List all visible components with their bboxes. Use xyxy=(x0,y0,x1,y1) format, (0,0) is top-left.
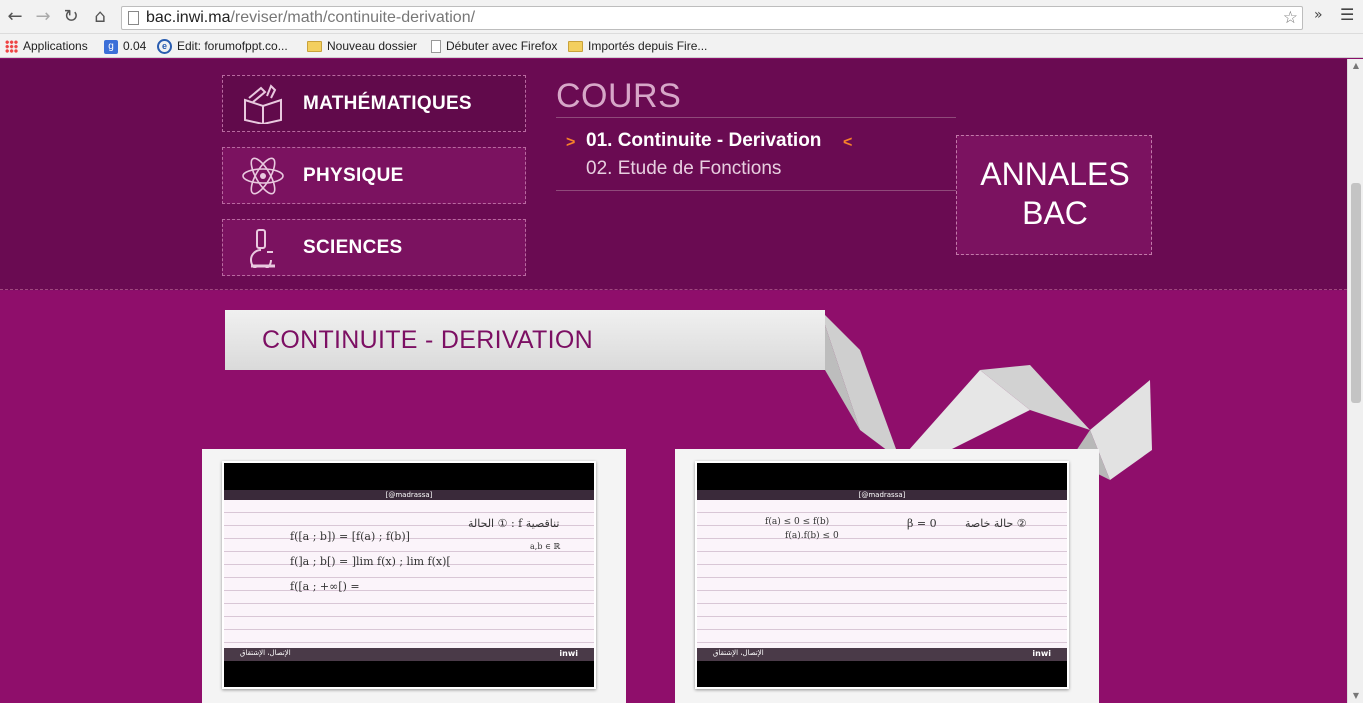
subject-label: MATHÉMATIQUES xyxy=(303,93,472,114)
bookmark-star-icon[interactable]: ☆ xyxy=(1283,8,1298,28)
video-header: [@madrassa] xyxy=(224,490,594,500)
home-icon[interactable]: ⌂ xyxy=(89,6,111,28)
section-banner: CONTINUITE - DERIVATION xyxy=(225,310,825,370)
annales-line2: BAC xyxy=(1022,195,1088,231)
bookmark-importes-firefox[interactable]: Importés depuis Fire... xyxy=(568,38,707,54)
apps-grid-icon xyxy=(5,40,18,54)
subject-label: PHYSIQUE xyxy=(303,165,404,186)
annales-bac-button[interactable]: ANNALES BAC xyxy=(956,135,1152,255)
bookmark-forumofppt[interactable]: e Edit: forumofppt.co... xyxy=(157,38,288,55)
book-pencil-icon xyxy=(244,84,282,124)
section-title: CONTINUITE - DERIVATION xyxy=(262,326,593,354)
bookmark-nouveau-dossier[interactable]: Nouveau dossier xyxy=(307,38,417,54)
reload-icon[interactable]: ↻ xyxy=(60,6,82,28)
video-player[interactable]: [@madrassa] f([a ; b]) = [f(a) ; f(b)] f… xyxy=(222,461,596,689)
handwritten-line: f([a ; b]) = [f(a) ; f(b)] xyxy=(290,530,410,543)
handwritten-line: f(a) ≤ 0 ≤ f(b) xyxy=(765,517,830,527)
inwi-logo: inwi xyxy=(1032,649,1051,658)
handwritten-line: حالة خاصة ② xyxy=(965,517,1027,530)
video-card[interactable]: [@madrassa] f([a ; b]) = [f(a) ; f(b)] f… xyxy=(202,449,626,703)
whiteboard: f(a) ≤ 0 ≤ f(b) f(a).f(b) ≤ 0 β = 0 حالة… xyxy=(697,500,1067,648)
divider xyxy=(556,117,956,118)
bookmarks-bar: Applications g 0.04 e Edit: forumofppt.co.… xyxy=(0,34,1363,58)
bookmark-google[interactable]: g 0.04 xyxy=(104,38,146,54)
url-text: bac.inwi.ma/reviser/math/continuite-deri… xyxy=(146,9,476,26)
whiteboard: f([a ; b]) = [f(a) ; f(b)] f(]a ; b[) = … xyxy=(224,500,594,648)
scroll-up-icon[interactable]: ▲ xyxy=(1348,59,1363,73)
course-item-continuite-derivation[interactable]: 01. Continuite - Derivation xyxy=(586,130,821,152)
edit-icon: e xyxy=(157,39,172,55)
inwi-logo: inwi xyxy=(559,649,578,658)
video-player[interactable]: [@madrassa] f(a) ≤ 0 ≤ f(b) f(a).f(b) ≤ … xyxy=(695,461,1069,689)
video-footer-text: الإتصال، الإشتقاق xyxy=(713,649,764,657)
handwritten-line: f([a ; +∞[) = xyxy=(290,580,360,593)
subject-sciences[interactable]: SCIENCES xyxy=(222,219,526,276)
atom-icon xyxy=(242,157,284,195)
scroll-down-icon[interactable]: ▼ xyxy=(1348,689,1363,703)
subject-mathematiques[interactable]: MATHÉMATIQUES xyxy=(222,75,526,132)
handwritten-line: f(a).f(b) ≤ 0 xyxy=(785,531,839,541)
address-bar[interactable]: bac.inwi.ma/reviser/math/continuite-deri… xyxy=(121,6,1303,30)
folder-icon xyxy=(307,41,322,53)
microscope-icon xyxy=(250,229,275,268)
page-viewport: MATHÉMATIQUES PHYSIQUE SCIENCES COURS > … xyxy=(0,59,1347,703)
subject-label: SCIENCES xyxy=(303,237,403,258)
handwritten-line: a,b ∈ ℝ xyxy=(530,542,561,551)
page-icon xyxy=(128,11,139,25)
page-scrollbar[interactable]: ▲ ▼ xyxy=(1347,59,1363,703)
forward-icon[interactable]: → xyxy=(32,6,54,28)
video-footer: الإتصال، الإشتقاق inwi xyxy=(697,648,1067,661)
course-item-etude-fonctions[interactable]: 02. Etude de Fonctions xyxy=(586,158,781,180)
video-header: [@madrassa] xyxy=(697,490,1067,500)
folder-icon xyxy=(568,41,583,53)
video-footer-text: الإتصال، الإشتقاق xyxy=(240,649,291,657)
menu-icon[interactable]: ☰ xyxy=(1340,5,1354,24)
handwritten-line: الحالة ① : f تناقصية xyxy=(468,517,560,530)
handwritten-line: β = 0 xyxy=(907,517,937,530)
extensions-overflow-button[interactable]: » xyxy=(1314,7,1323,23)
active-marker-right: < xyxy=(843,134,853,151)
cours-heading: COURS xyxy=(556,77,682,115)
handwritten-line: f(]a ; b[) = ]lim f(x) ; lim f(x)[ xyxy=(290,555,451,568)
back-icon[interactable]: ← xyxy=(4,6,26,28)
page-icon xyxy=(431,40,441,54)
video-footer: الإتصال، الإشتقاق inwi xyxy=(224,648,594,661)
video-card[interactable]: [@madrassa] f(a) ≤ 0 ≤ f(b) f(a).f(b) ≤ … xyxy=(675,449,1099,703)
annales-line1: ANNALES xyxy=(980,156,1130,192)
scrollbar-thumb[interactable] xyxy=(1351,183,1361,403)
active-marker-left: > xyxy=(566,134,576,151)
subject-physique[interactable]: PHYSIQUE xyxy=(222,147,526,204)
google-icon: g xyxy=(104,39,118,54)
bookmark-debuter-firefox[interactable]: Débuter avec Firefox xyxy=(431,38,557,54)
browser-toolbar: ← → ↻ ⌂ bac.inwi.ma/reviser/math/continu… xyxy=(0,0,1363,34)
bookmark-applications[interactable]: Applications xyxy=(5,38,88,54)
divider xyxy=(556,190,956,191)
